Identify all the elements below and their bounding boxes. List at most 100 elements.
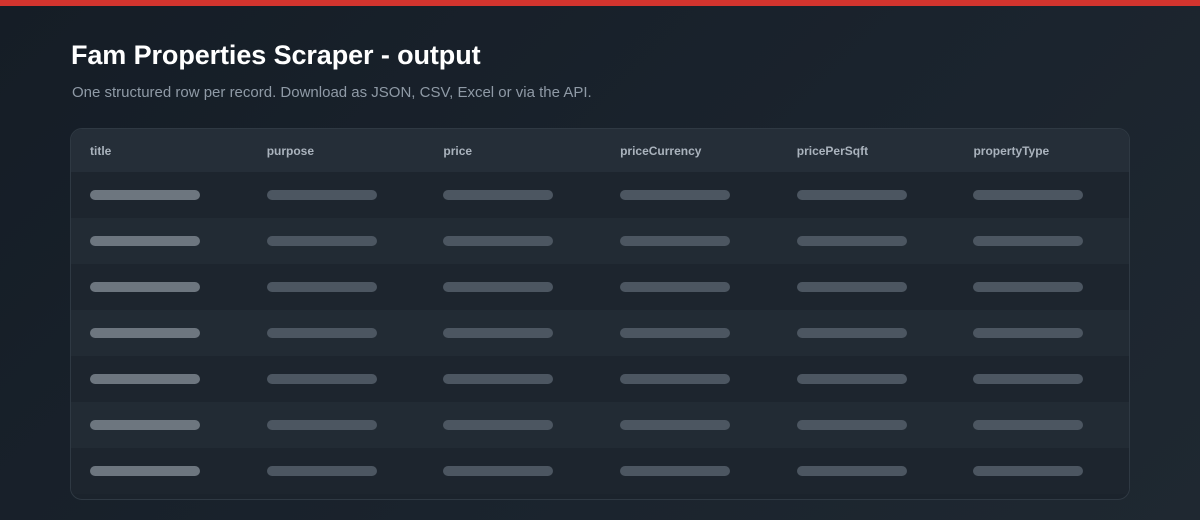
table-cell — [778, 328, 955, 338]
skeleton-placeholder — [266, 374, 377, 384]
skeleton-placeholder — [796, 190, 907, 200]
skeleton-placeholder — [796, 328, 907, 338]
table-cell — [954, 190, 1129, 200]
skeleton-placeholder — [620, 466, 731, 476]
skeleton-placeholder — [266, 282, 377, 292]
table-cell — [778, 466, 955, 476]
skeleton-placeholder — [90, 420, 200, 430]
table-body — [71, 172, 1129, 494]
skeleton-placeholder — [973, 236, 1084, 246]
skeleton-placeholder — [796, 236, 907, 246]
skeleton-placeholder — [620, 190, 731, 200]
table-cell — [248, 190, 425, 200]
skeleton-placeholder — [443, 190, 554, 200]
skeleton-placeholder — [266, 328, 377, 338]
table-cell — [601, 282, 778, 292]
column-header-purpose[interactable]: purpose — [248, 144, 425, 158]
skeleton-placeholder — [266, 190, 377, 200]
skeleton-placeholder — [620, 374, 731, 384]
skeleton-placeholder — [443, 374, 554, 384]
table-cell — [778, 236, 955, 246]
table-cell — [601, 190, 778, 200]
table-cell — [601, 420, 778, 430]
table-cell — [71, 420, 248, 430]
skeleton-placeholder — [973, 190, 1084, 200]
skeleton-placeholder — [90, 328, 200, 338]
table-cell — [954, 282, 1129, 292]
table-cell — [424, 466, 601, 476]
skeleton-placeholder — [443, 328, 554, 338]
table-cell — [71, 190, 248, 200]
table-row[interactable] — [71, 448, 1129, 494]
skeleton-placeholder — [620, 328, 731, 338]
table-row[interactable] — [71, 356, 1129, 402]
table-cell — [954, 328, 1129, 338]
table-cell — [248, 466, 425, 476]
table-cell — [954, 466, 1129, 476]
skeleton-placeholder — [266, 236, 377, 246]
table-cell — [71, 466, 248, 476]
page-title: Fam Properties Scraper - output — [71, 40, 481, 70]
table-cell — [71, 328, 248, 338]
table-cell — [601, 236, 778, 246]
skeleton-placeholder — [973, 282, 1084, 292]
skeleton-placeholder — [443, 466, 554, 476]
column-header-price-per-sqft[interactable]: pricePerSqft — [778, 144, 955, 158]
column-header-price-currency[interactable]: priceCurrency — [601, 144, 778, 158]
table-cell — [71, 282, 248, 292]
table-cell — [424, 374, 601, 384]
table-cell — [248, 374, 425, 384]
skeleton-placeholder — [620, 236, 731, 246]
column-header-title[interactable]: title — [71, 144, 248, 158]
skeleton-placeholder — [796, 466, 907, 476]
table-cell — [71, 236, 248, 246]
skeleton-placeholder — [620, 282, 731, 292]
table-row[interactable] — [71, 264, 1129, 310]
table-cell — [424, 190, 601, 200]
table-cell — [778, 420, 955, 430]
table-cell — [778, 282, 955, 292]
skeleton-placeholder — [443, 420, 554, 430]
table-cell — [248, 236, 425, 246]
skeleton-placeholder — [973, 374, 1084, 384]
top-accent-bar — [0, 0, 1200, 6]
skeleton-placeholder — [90, 190, 200, 200]
skeleton-placeholder — [973, 466, 1084, 476]
table-cell — [248, 328, 425, 338]
skeleton-placeholder — [90, 466, 200, 476]
skeleton-placeholder — [90, 282, 200, 292]
table-cell — [424, 282, 601, 292]
table-cell — [954, 374, 1129, 384]
skeleton-placeholder — [796, 282, 907, 292]
table-cell — [601, 466, 778, 476]
skeleton-placeholder — [266, 466, 377, 476]
table-cell — [778, 190, 955, 200]
table-header: title purpose price priceCurrency priceP… — [71, 129, 1129, 172]
table-cell — [601, 374, 778, 384]
table-cell — [71, 374, 248, 384]
skeleton-placeholder — [620, 420, 731, 430]
table-row[interactable] — [71, 310, 1129, 356]
skeleton-placeholder — [90, 374, 200, 384]
table-cell — [424, 236, 601, 246]
table-cell — [424, 328, 601, 338]
skeleton-placeholder — [266, 420, 377, 430]
table-cell — [954, 420, 1129, 430]
table-cell — [954, 236, 1129, 246]
page-subtitle: One structured row per record. Download … — [72, 84, 592, 101]
table-row[interactable] — [71, 218, 1129, 264]
skeleton-placeholder — [443, 236, 554, 246]
column-header-price[interactable]: price — [424, 144, 601, 158]
output-table: title purpose price priceCurrency priceP… — [70, 128, 1130, 500]
table-cell — [248, 420, 425, 430]
table-cell — [778, 374, 955, 384]
skeleton-placeholder — [443, 282, 554, 292]
table-row[interactable] — [71, 402, 1129, 448]
table-cell — [601, 328, 778, 338]
skeleton-placeholder — [796, 374, 907, 384]
skeleton-placeholder — [90, 236, 200, 246]
table-cell — [248, 282, 425, 292]
column-header-property-type[interactable]: propertyType — [954, 144, 1129, 158]
table-row[interactable] — [71, 172, 1129, 218]
table-cell — [424, 420, 601, 430]
